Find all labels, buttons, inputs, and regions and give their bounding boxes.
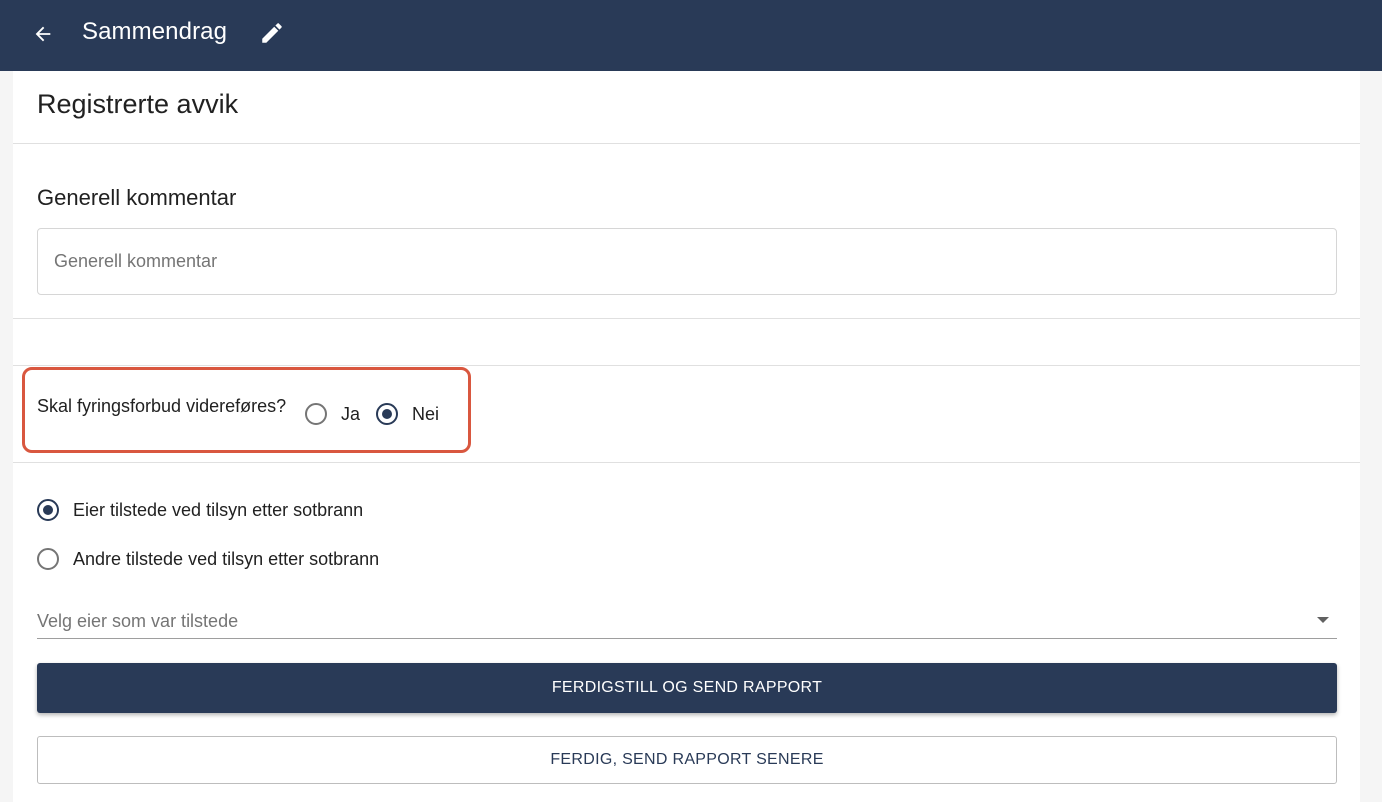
fire-ban-question: Skal fyringsforbud videreføres?: [37, 396, 287, 416]
radio-label: Andre tilstede ved tilsyn etter sotbrann: [73, 549, 380, 569]
radio-label: Ja: [341, 404, 361, 424]
back-button[interactable]: [28, 19, 58, 49]
radio-label: Eier tilstede ved tilsyn etter sotbrann: [73, 500, 364, 520]
owner-select[interactable]: Velg eier som var tilstede: [37, 604, 1337, 639]
edit-title-button[interactable]: [257, 18, 287, 48]
presence-option-others[interactable]: Andre tilstede ved tilsyn etter sotbrann: [37, 547, 379, 571]
general-comment-input[interactable]: [37, 228, 1337, 295]
radio-unchecked-icon: [37, 548, 59, 570]
registered-deviations-title: Registrerte avvik: [37, 89, 239, 119]
divider: [13, 318, 1360, 319]
radio-label: Nei: [412, 404, 440, 424]
page-title: Sammendrag: [82, 18, 228, 45]
summary-content: Registrerte avvik Generell kommentar Ska…: [13, 71, 1360, 802]
arrow-left-icon: [35, 26, 51, 42]
owner-select-placeholder: Velg eier som var tilstede: [37, 611, 239, 631]
radio-unchecked-icon: [305, 403, 327, 425]
radio-checked-icon: [376, 403, 398, 425]
fire-ban-option-no[interactable]: Nei: [376, 402, 439, 426]
radio-checked-icon: [37, 499, 59, 521]
fire-ban-option-yes[interactable]: Ja: [305, 402, 360, 426]
divider: [13, 462, 1360, 463]
pencil-icon: [262, 23, 282, 43]
general-comment-title: Generell kommentar: [37, 185, 237, 210]
caret-down-icon: [1317, 617, 1329, 623]
app-bar: Sammendrag: [0, 0, 1382, 71]
divider: [13, 365, 1360, 366]
finish-send-later-button[interactable]: FERDIG, SEND RAPPORT SENERE: [37, 736, 1337, 784]
divider: [13, 143, 1360, 144]
complete-and-send-report-button[interactable]: FERDIGSTILL OG SEND RAPPORT: [37, 663, 1337, 713]
presence-option-owner[interactable]: Eier tilstede ved tilsyn etter sotbrann: [37, 498, 363, 522]
